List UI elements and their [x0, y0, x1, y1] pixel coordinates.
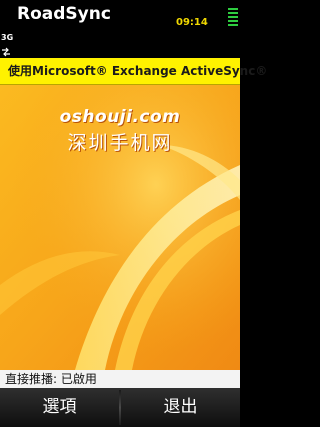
- watermark-chinese: 深圳手机网: [67, 132, 173, 154]
- title-bar: RoadSync 09:14: [0, 0, 240, 29]
- softkey-bar: 選項 退出: [0, 388, 240, 427]
- status-bar: 3G: [0, 29, 240, 58]
- network-type-indicator: 3G: [1, 33, 14, 42]
- push-status-text: 直接推播: 已啟用: [5, 372, 97, 386]
- activesync-banner: 使用Microsoft® Exchange ActiveSync®: [0, 58, 267, 85]
- options-softkey[interactable]: 選項: [0, 388, 119, 427]
- banner-text: 使用Microsoft® Exchange ActiveSync®: [8, 64, 268, 78]
- clock: 09:14: [176, 17, 208, 28]
- battery-icon: [226, 6, 240, 30]
- app-title: RoadSync: [17, 4, 111, 24]
- watermark-site: oshouji.com: [59, 107, 181, 127]
- exit-softkey[interactable]: 退出: [121, 388, 240, 427]
- push-status-bar: 直接推播: 已啟用: [0, 370, 240, 388]
- data-transfer-icon: [1, 42, 11, 57]
